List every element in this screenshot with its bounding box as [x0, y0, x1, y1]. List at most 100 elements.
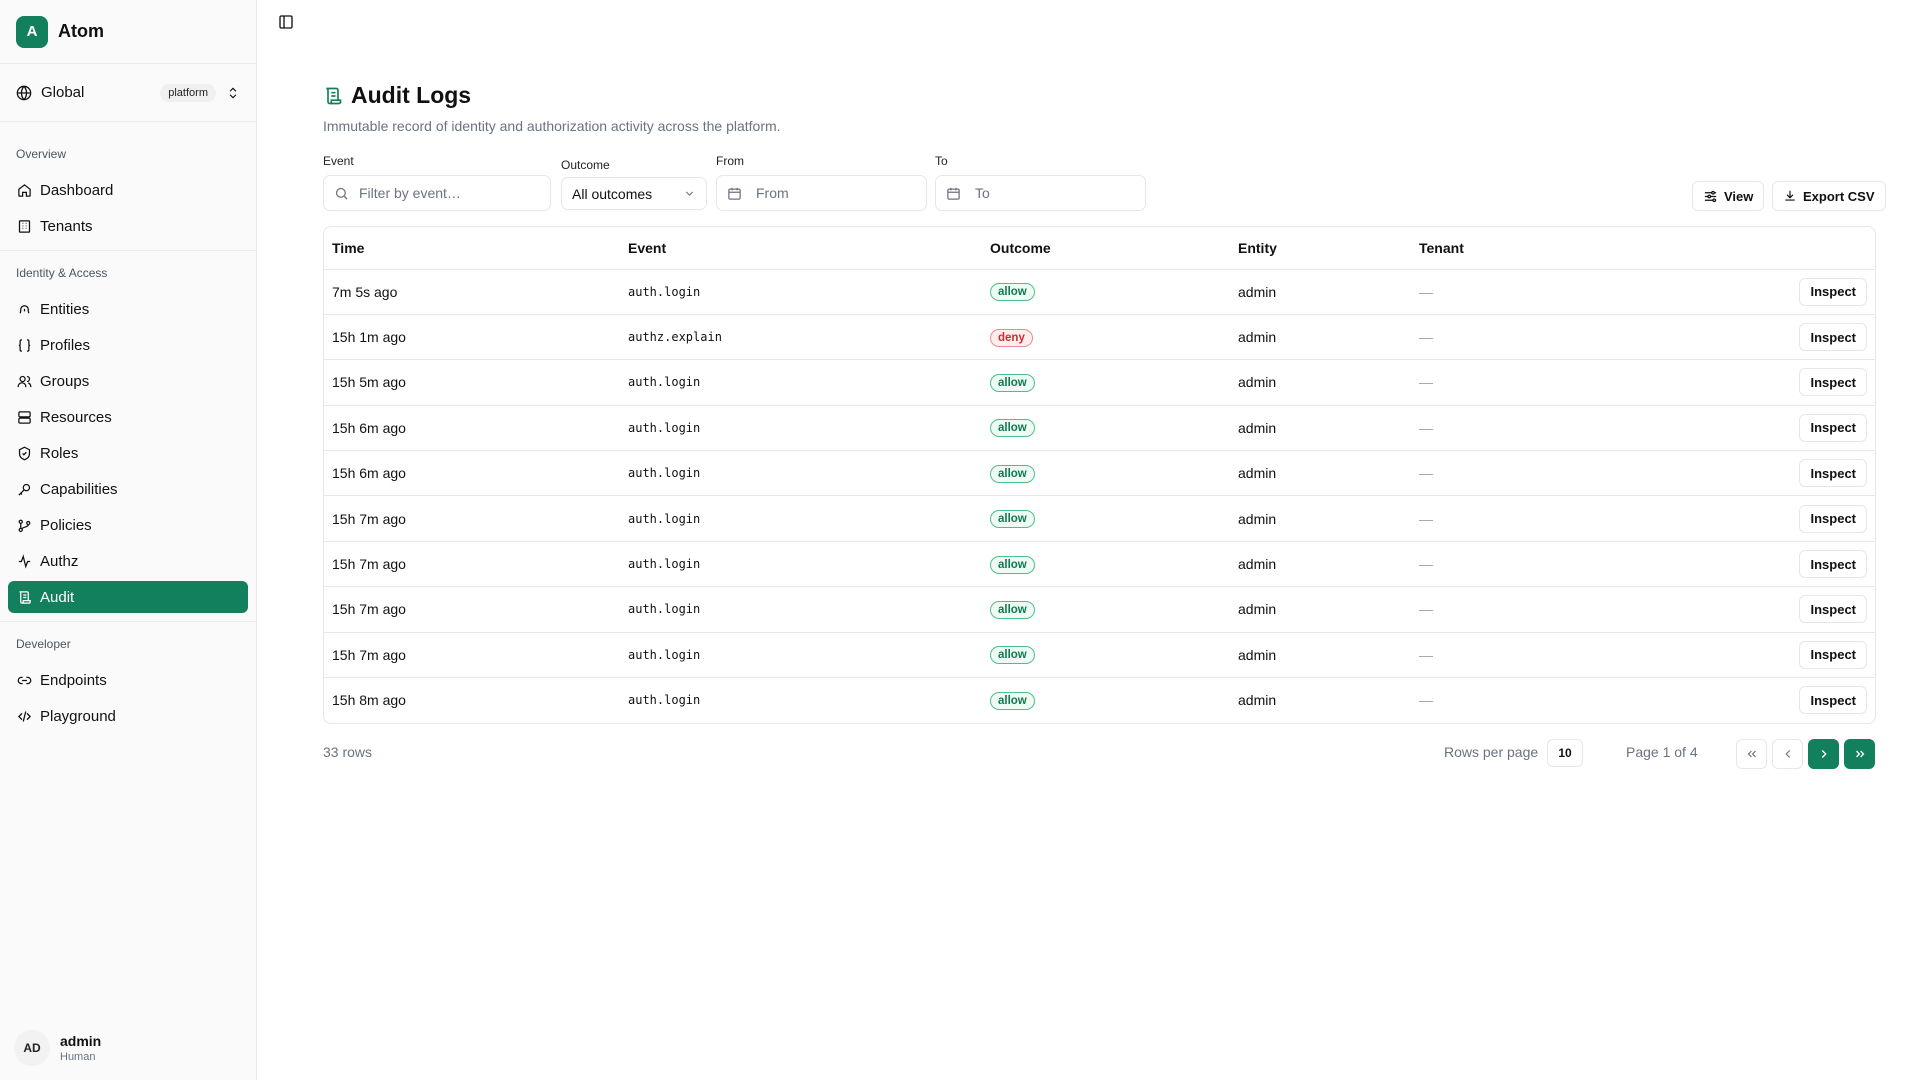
sidebar-item-endpoints[interactable]: Endpoints — [8, 664, 248, 696]
outcome-select[interactable]: All outcomes — [561, 177, 707, 210]
brand[interactable]: A Atom — [0, 0, 256, 64]
main-content: Audit Logs Immutable record of identity … — [258, 0, 1920, 1080]
cell-entity: admin — [1230, 495, 1411, 542]
activity-icon — [16, 553, 32, 569]
cell-actions: Inspect — [1755, 495, 1875, 542]
sidebar-item-label: Groups — [40, 372, 90, 390]
column-header-outcome[interactable]: Outcome — [982, 227, 1230, 270]
divider — [0, 621, 256, 622]
brand-name: Atom — [58, 21, 104, 41]
sidebar-item-label: Tenants — [40, 217, 93, 235]
from-date-input[interactable]: From — [716, 175, 927, 211]
row-count: 33 rows — [323, 744, 373, 760]
sidebar-item-tenants[interactable]: Tenants — [8, 210, 248, 242]
code-icon — [16, 708, 32, 724]
sidebar-item-label: Capabilities — [40, 480, 118, 498]
event-filter-placeholder: Filter by event… — [359, 185, 461, 201]
outcome-badge: allow — [990, 646, 1035, 665]
export-csv-button[interactable]: Export CSV — [1772, 181, 1886, 211]
sidebar-item-audit[interactable]: Audit — [8, 581, 248, 613]
cell-tenant: — — [1411, 450, 1755, 497]
sliders-icon — [1704, 190, 1717, 202]
key-icon — [16, 481, 32, 497]
search-icon — [335, 187, 348, 200]
cell-event: auth.login — [620, 541, 982, 588]
inspect-button[interactable]: Inspect — [1799, 323, 1867, 352]
table-row: 15h 7m ago auth.login allow admin — Inspect — [324, 632, 1875, 679]
sidebar-item-profiles[interactable]: Profiles — [8, 329, 248, 361]
chevron-left-icon — [1784, 750, 1790, 758]
sidebar-item-groups[interactable]: Groups — [8, 365, 248, 397]
sidebar-item-label: Authz — [40, 552, 79, 570]
cell-outcome: allow — [982, 678, 1230, 723]
users-icon — [16, 373, 32, 389]
sidebar-item-entities[interactable]: Entities — [8, 293, 248, 325]
sidebar-item-label: Playground — [40, 707, 116, 725]
section-title-identity: Identity & Access — [16, 266, 108, 280]
table-row: 15h 7m ago auth.login allow admin — Inspect — [324, 495, 1875, 542]
from-filter-label: From — [716, 154, 744, 168]
cell-event: auth.login — [620, 586, 982, 633]
view-button[interactable]: View — [1692, 181, 1765, 211]
inspect-button[interactable]: Inspect — [1799, 550, 1867, 579]
cell-time: 15h 1m ago — [324, 314, 620, 361]
sidebar-item-label: Audit — [40, 588, 75, 606]
column-header-event[interactable]: Event — [620, 227, 982, 270]
download-icon — [1785, 190, 1795, 201]
inspect-button[interactable]: Inspect — [1799, 459, 1867, 488]
event-filter-input[interactable]: Filter by event… — [323, 175, 551, 211]
sidebar-item-dashboard[interactable]: Dashboard — [8, 174, 248, 206]
cell-outcome: allow — [982, 495, 1230, 542]
cell-time: 15h 5m ago — [324, 359, 620, 406]
cell-tenant: — — [1411, 495, 1755, 542]
next-page-button[interactable] — [1808, 739, 1839, 769]
cell-entity: admin — [1230, 269, 1411, 315]
cell-outcome: allow — [982, 632, 1230, 679]
cell-tenant: — — [1411, 586, 1755, 633]
sidebar-item-policies[interactable]: Policies — [8, 509, 248, 541]
inspect-button[interactable]: Inspect — [1799, 504, 1867, 533]
sidebar-item-authz[interactable]: Authz — [8, 545, 248, 577]
to-date-input[interactable]: To — [935, 175, 1146, 211]
server-icon — [16, 409, 32, 425]
table-row: 15h 7m ago auth.login allow admin — Inspect — [324, 586, 1875, 633]
inspect-button[interactable]: Inspect — [1799, 413, 1867, 442]
inspect-button[interactable]: Inspect — [1799, 640, 1867, 669]
cell-time: 15h 7m ago — [324, 495, 620, 542]
cell-actions: Inspect — [1755, 450, 1875, 497]
outcome-filter: Outcome All outcomes — [561, 158, 707, 210]
outcome-badge: allow — [990, 373, 1035, 392]
divider — [0, 250, 256, 251]
cell-outcome: allow — [982, 405, 1230, 452]
previous-page-button[interactable] — [1772, 739, 1803, 769]
sidebar-toggle-button[interactable] — [278, 14, 298, 34]
column-header-time[interactable]: Time — [324, 227, 620, 270]
column-header-tenant[interactable]: Tenant — [1411, 227, 1755, 270]
last-page-button[interactable] — [1844, 739, 1875, 769]
chevrons-up-down-icon — [229, 87, 237, 98]
scope-switcher[interactable]: Global platform — [0, 64, 256, 122]
inspect-button[interactable]: Inspect — [1799, 686, 1867, 715]
sidebar-item-capabilities[interactable]: Capabilities — [8, 473, 248, 505]
sidebar-item-roles[interactable]: Roles — [8, 437, 248, 469]
inspect-button[interactable]: Inspect — [1799, 277, 1867, 306]
cell-entity: admin — [1230, 450, 1411, 497]
first-page-button[interactable] — [1736, 739, 1767, 769]
column-header-entity[interactable]: Entity — [1230, 227, 1411, 270]
user-menu[interactable]: AD admin Human — [14, 1030, 101, 1066]
cell-actions: Inspect — [1755, 314, 1875, 361]
cell-event: auth.login — [620, 269, 982, 315]
user-name: admin — [60, 1033, 102, 1049]
inspect-button[interactable]: Inspect — [1799, 595, 1867, 624]
cell-entity: admin — [1238, 692, 1277, 709]
sidebar-item-label: Roles — [40, 444, 79, 462]
export-csv-label: Export CSV — [1803, 188, 1875, 204]
sidebar-item-resources[interactable]: Resources — [8, 401, 248, 433]
inspect-button[interactable]: Inspect — [1799, 368, 1867, 397]
table-header-row: Time Event Outcome Entity Tenant — [324, 227, 1875, 270]
rows-per-page-select[interactable]: 10 — [1547, 739, 1583, 767]
outcome-badge: allow — [990, 691, 1035, 710]
braces-icon — [16, 337, 32, 353]
sidebar-item-playground[interactable]: Playground — [8, 700, 248, 732]
audit-table: Time Event Outcome Entity Tenant 7m 5s a… — [323, 226, 1876, 724]
